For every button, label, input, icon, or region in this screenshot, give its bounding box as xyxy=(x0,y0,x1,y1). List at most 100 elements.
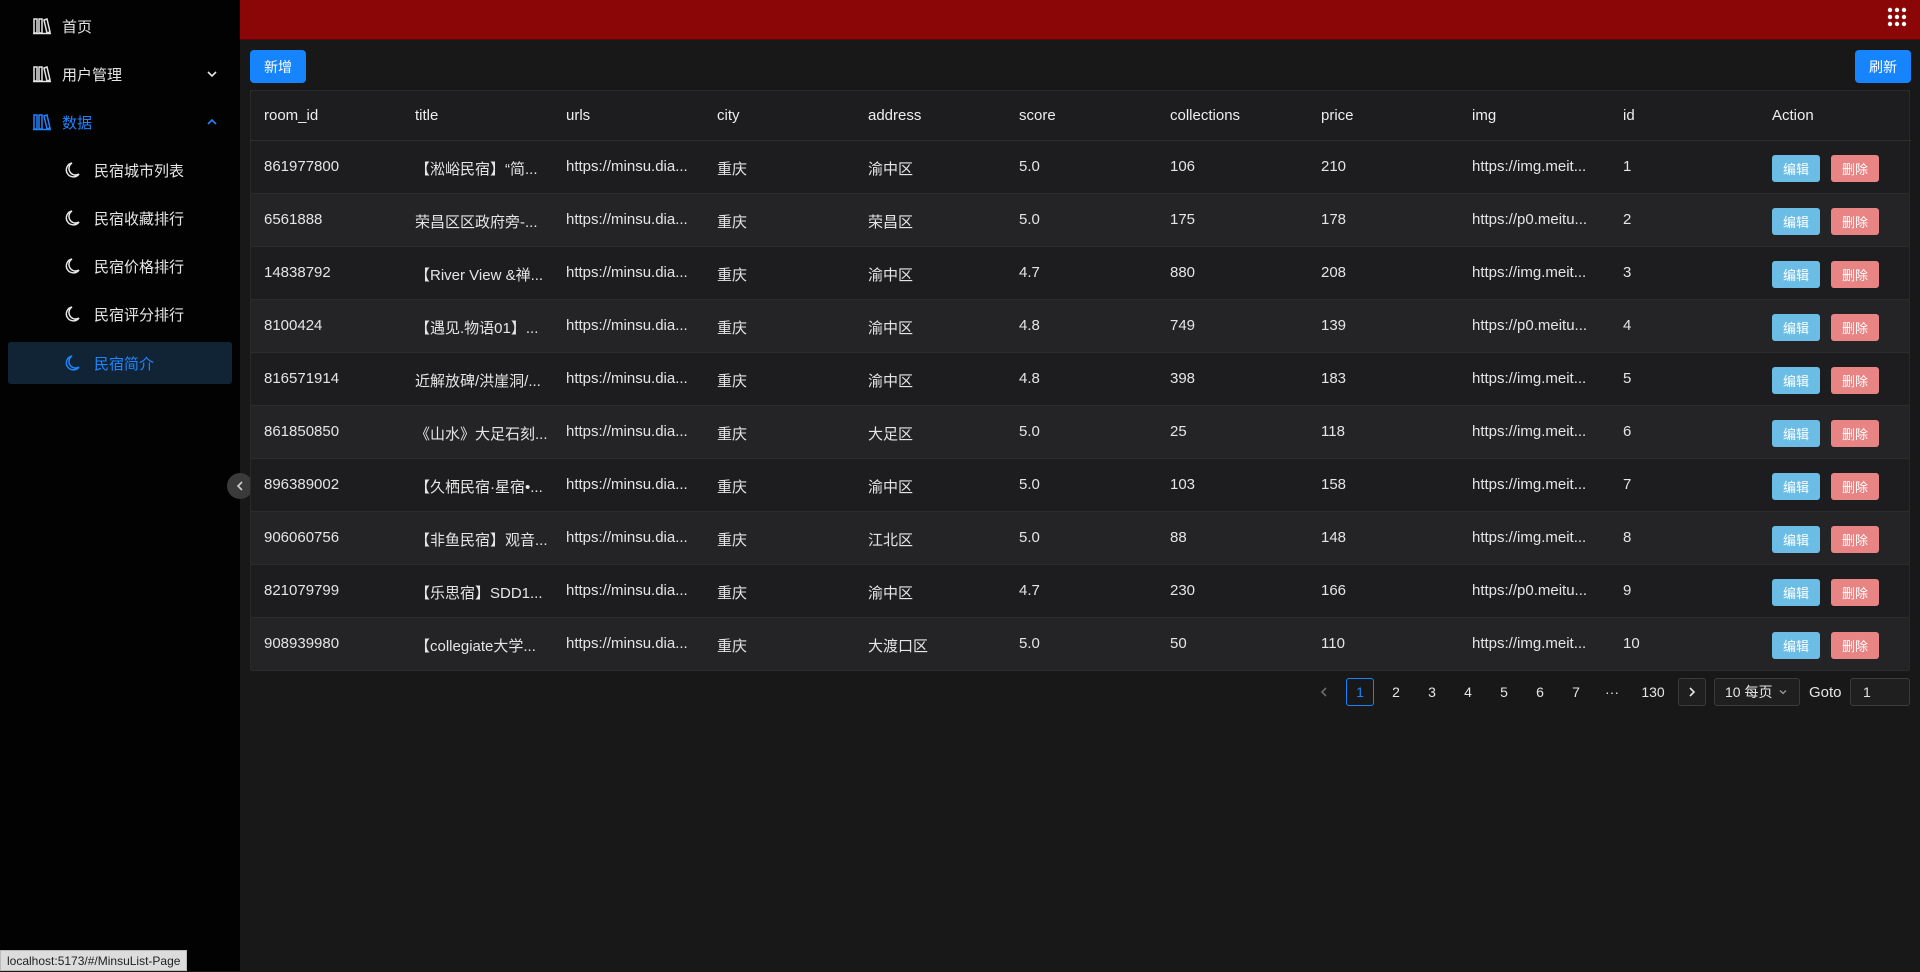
delete-button[interactable]: 删除 xyxy=(1831,579,1879,606)
status-bar-url: localhost:5173/#/MinsuList-Page xyxy=(0,950,188,971)
cell-img: https://img.meit... xyxy=(1472,423,1587,440)
edit-button[interactable]: 编辑 xyxy=(1772,473,1820,500)
cell-collections: 88 xyxy=(1170,529,1187,546)
sidebar-item-data[interactable]: 数据 xyxy=(0,98,240,146)
cell-id: 4 xyxy=(1623,317,1632,334)
cell-img: https://img.meit... xyxy=(1472,529,1587,546)
sidebar-item-score-rank[interactable]: 民宿评分排行 xyxy=(0,290,240,338)
library-icon xyxy=(30,110,54,134)
table-row: 8100424 【遇见.物语01】... https://minsu.dia..… xyxy=(251,300,1909,353)
column-header: score xyxy=(1019,107,1056,124)
cell-img: https://p0.meitu... xyxy=(1472,211,1588,228)
page-button-3[interactable]: 3 xyxy=(1418,678,1446,706)
moon-icon xyxy=(62,254,86,278)
page-button-5[interactable]: 5 xyxy=(1490,678,1518,706)
sidebar-item-city-list[interactable]: 民宿城市列表 xyxy=(0,146,240,194)
sidebar-item-label: 首页 xyxy=(62,18,93,36)
sidebar-item-user-management[interactable]: 用户管理 xyxy=(0,50,240,98)
edit-button[interactable]: 编辑 xyxy=(1772,579,1820,606)
cell-address: 渝中区 xyxy=(868,320,914,337)
cell-img: https://img.meit... xyxy=(1472,635,1587,652)
page-button-2[interactable]: 2 xyxy=(1382,678,1410,706)
sidebar-item-intro[interactable]: 民宿简介 xyxy=(8,342,232,384)
cell-title: 《山水》大足石刻... xyxy=(415,426,548,443)
cell-score: 5.0 xyxy=(1019,529,1040,546)
page-size-value: 10 每页 xyxy=(1725,684,1773,700)
add-button[interactable]: 新增 xyxy=(250,50,306,83)
cell-img: https://p0.meitu... xyxy=(1472,582,1588,599)
page-button-1[interactable]: 1 xyxy=(1346,678,1374,706)
page-button-4[interactable]: 4 xyxy=(1454,678,1482,706)
cell-address: 荣昌区 xyxy=(868,214,914,231)
sidebar-item-home[interactable]: 首页 xyxy=(0,2,240,50)
cell-collections: 880 xyxy=(1170,264,1196,281)
delete-button[interactable]: 删除 xyxy=(1831,208,1879,235)
column-header: id xyxy=(1623,107,1635,124)
page-button-130[interactable]: 130 xyxy=(1636,678,1670,706)
apps-grid-icon[interactable] xyxy=(1886,6,1908,28)
cell-room-id: 8100424 xyxy=(264,317,323,334)
cell-collections: 175 xyxy=(1170,211,1196,228)
column-header: address xyxy=(868,107,922,124)
edit-button[interactable]: 编辑 xyxy=(1772,526,1820,553)
table-row: 821079799 【乐思宿】SDD1... https://minsu.dia… xyxy=(251,565,1909,618)
page-button-7[interactable]: 7 xyxy=(1562,678,1590,706)
cell-id: 9 xyxy=(1623,582,1632,599)
edit-button[interactable]: 编辑 xyxy=(1772,632,1820,659)
cell-collections: 398 xyxy=(1170,370,1196,387)
delete-button[interactable]: 删除 xyxy=(1831,420,1879,447)
cell-title: 【乐思宿】SDD1... xyxy=(415,585,543,602)
sidebar-item-label: 民宿收藏排行 xyxy=(94,210,185,228)
delete-button[interactable]: 删除 xyxy=(1831,155,1879,182)
refresh-button[interactable]: 刷新 xyxy=(1855,50,1911,83)
cell-city: 重庆 xyxy=(717,320,748,337)
delete-button[interactable]: 删除 xyxy=(1831,314,1879,341)
cell-score: 4.7 xyxy=(1019,264,1040,281)
prev-page-button[interactable] xyxy=(1310,678,1338,706)
cell-id: 5 xyxy=(1623,370,1632,387)
moon-icon xyxy=(62,206,86,230)
delete-button[interactable]: 删除 xyxy=(1831,367,1879,394)
edit-button[interactable]: 编辑 xyxy=(1772,155,1820,182)
page-button-6[interactable]: 6 xyxy=(1526,678,1554,706)
sidebar-item-label: 民宿城市列表 xyxy=(94,162,185,180)
chevron-up-icon xyxy=(207,118,217,125)
sidebar-item-label: 数据 xyxy=(62,114,93,132)
delete-button[interactable]: 删除 xyxy=(1831,261,1879,288)
cell-collections: 50 xyxy=(1170,635,1187,652)
goto-input[interactable] xyxy=(1850,678,1910,706)
sidebar-item-collections-rank[interactable]: 民宿收藏排行 xyxy=(0,194,240,242)
page-size-select[interactable]: 10 每页 xyxy=(1714,678,1800,706)
sidebar-item-label: 民宿价格排行 xyxy=(94,258,185,276)
cell-price: 148 xyxy=(1321,529,1347,546)
edit-button[interactable]: 编辑 xyxy=(1772,367,1820,394)
cell-title: 荣昌区区政府旁-... xyxy=(415,214,538,231)
cell-score: 5.0 xyxy=(1019,423,1040,440)
moon-icon xyxy=(62,302,86,326)
cell-title: 【非鱼民宿】观音... xyxy=(415,532,548,549)
cell-title: 【River View &禅... xyxy=(415,267,544,284)
cell-urls: https://minsu.dia... xyxy=(566,317,688,334)
moon-icon xyxy=(62,158,86,182)
cell-price: 118 xyxy=(1321,423,1345,440)
top-bar xyxy=(240,0,1920,40)
cell-price: 178 xyxy=(1321,211,1347,228)
cell-title: 近解放碑/洪崖洞/... xyxy=(415,373,541,390)
edit-button[interactable]: 编辑 xyxy=(1772,208,1820,235)
table-row: 861977800 【淞峪民宿】“简... https://minsu.dia.… xyxy=(251,141,1909,194)
cell-score: 4.8 xyxy=(1019,317,1040,334)
delete-button[interactable]: 删除 xyxy=(1831,526,1879,553)
edit-button[interactable]: 编辑 xyxy=(1772,261,1820,288)
delete-button[interactable]: 删除 xyxy=(1831,473,1879,500)
page-ellipsis[interactable]: ··· xyxy=(1598,678,1626,706)
next-page-button[interactable] xyxy=(1678,678,1706,706)
edit-button[interactable]: 编辑 xyxy=(1772,420,1820,447)
sidebar-item-price-rank[interactable]: 民宿价格排行 xyxy=(0,242,240,290)
chevron-right-icon xyxy=(1689,687,1696,697)
delete-button[interactable]: 删除 xyxy=(1831,632,1879,659)
edit-button[interactable]: 编辑 xyxy=(1772,314,1820,341)
sidebar-item-label: 民宿评分排行 xyxy=(94,306,185,324)
cell-address: 大足区 xyxy=(868,426,914,443)
cell-room-id: 816571914 xyxy=(264,370,340,387)
cell-score: 5.0 xyxy=(1019,158,1040,175)
